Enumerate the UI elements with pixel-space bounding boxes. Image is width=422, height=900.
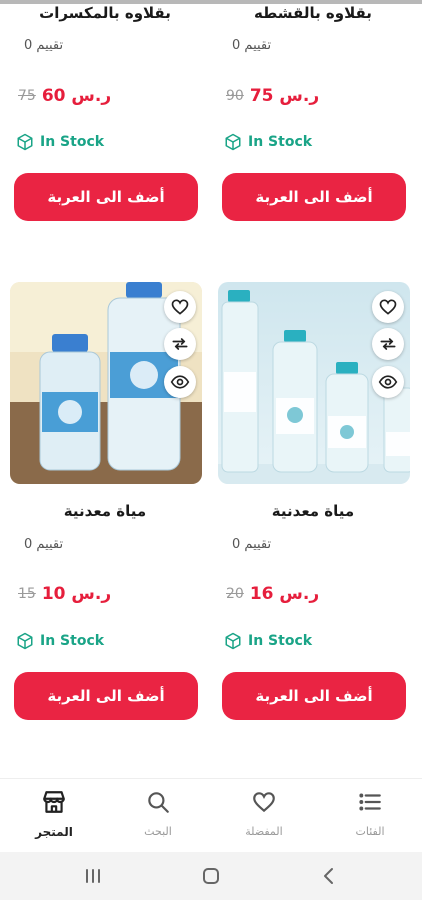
product-rating: تقييم 0 bbox=[24, 537, 64, 552]
system-nav-bar bbox=[0, 852, 422, 900]
current-price: ر.س 60 bbox=[41, 86, 112, 106]
heart-icon bbox=[253, 792, 275, 813]
bottom-nav: المتجر البحث المفضلة الفئات bbox=[0, 778, 422, 852]
home-icon[interactable] bbox=[199, 864, 223, 888]
product-title[interactable]: بقلاوه بالقشطه bbox=[218, 4, 408, 22]
stock-status: In Stock bbox=[224, 133, 312, 151]
stock-status: In Stock bbox=[16, 133, 104, 151]
compare-icon bbox=[380, 338, 396, 350]
box-icon bbox=[17, 133, 33, 151]
list-icon bbox=[359, 793, 381, 811]
nav-label: المفضلة bbox=[245, 825, 283, 838]
stock-label: In Stock bbox=[40, 134, 105, 150]
product-grid: بقلاوه بالقشطه تقييم 0 90 ر.س 75 In Stoc… bbox=[0, 0, 422, 780]
product-title[interactable]: مياة معدنية bbox=[10, 502, 200, 520]
eye-icon bbox=[378, 375, 398, 389]
store-icon bbox=[43, 791, 65, 813]
product-image[interactable] bbox=[218, 282, 410, 484]
heart-icon bbox=[379, 299, 397, 315]
quick-view-button[interactable] bbox=[164, 366, 196, 398]
old-price: 90 bbox=[226, 88, 244, 104]
quick-view-button[interactable] bbox=[372, 366, 404, 398]
heart-icon bbox=[171, 299, 189, 315]
nav-item-store[interactable]: المتجر bbox=[4, 779, 104, 853]
nav-item-favorites[interactable]: المفضلة bbox=[214, 779, 314, 853]
compare-icon bbox=[172, 338, 188, 350]
product-rating: تقييم 0 bbox=[232, 537, 272, 552]
stock-status: In Stock bbox=[224, 632, 312, 650]
back-icon[interactable] bbox=[317, 864, 341, 888]
compare-button[interactable] bbox=[372, 328, 404, 360]
old-price: 20 bbox=[226, 586, 244, 602]
add-to-cart-button[interactable]: أضف الى العربة bbox=[14, 173, 198, 221]
recent-apps-icon[interactable] bbox=[81, 864, 105, 888]
old-price: 15 bbox=[18, 586, 36, 602]
product-rating: تقييم 0 bbox=[232, 38, 272, 53]
current-price: ر.س 16 bbox=[249, 584, 320, 604]
product-rating: تقييم 0 bbox=[24, 38, 64, 53]
product-title[interactable]: بقلاوه بالمكسرات bbox=[10, 4, 200, 22]
wishlist-button[interactable] bbox=[372, 291, 404, 323]
search-icon bbox=[148, 792, 169, 813]
nav-label: المتجر bbox=[35, 825, 73, 839]
old-price: 75 bbox=[18, 88, 36, 104]
box-icon bbox=[225, 133, 241, 151]
add-to-cart-button[interactable]: أضف الى العربة bbox=[222, 173, 406, 221]
current-price: ر.س 10 bbox=[41, 584, 112, 604]
nav-item-categories[interactable]: الفئات bbox=[320, 779, 420, 853]
eye-icon bbox=[170, 375, 190, 389]
price-row: 75 ر.س 60 bbox=[18, 84, 200, 108]
add-to-cart-button[interactable]: أضف الى العربة bbox=[222, 672, 406, 720]
add-to-cart-button[interactable]: أضف الى العربة bbox=[14, 672, 198, 720]
box-icon bbox=[17, 632, 33, 650]
nav-item-search[interactable]: البحث bbox=[108, 779, 208, 853]
price-row: 15 ر.س 10 bbox=[18, 582, 200, 606]
stock-label: In Stock bbox=[248, 633, 313, 649]
current-price: ر.س 75 bbox=[249, 86, 320, 106]
nav-label: الفئات bbox=[355, 825, 385, 838]
compare-button[interactable] bbox=[164, 328, 196, 360]
stock-label: In Stock bbox=[248, 134, 313, 150]
product-image[interactable] bbox=[10, 282, 202, 484]
price-row: 90 ر.س 75 bbox=[226, 84, 408, 108]
wishlist-button[interactable] bbox=[164, 291, 196, 323]
product-title[interactable]: مياة معدنية bbox=[218, 502, 408, 520]
box-icon bbox=[225, 632, 241, 650]
stock-label: In Stock bbox=[40, 633, 105, 649]
price-row: 20 ر.س 16 bbox=[226, 582, 408, 606]
stock-status: In Stock bbox=[16, 632, 104, 650]
nav-label: البحث bbox=[144, 825, 172, 838]
